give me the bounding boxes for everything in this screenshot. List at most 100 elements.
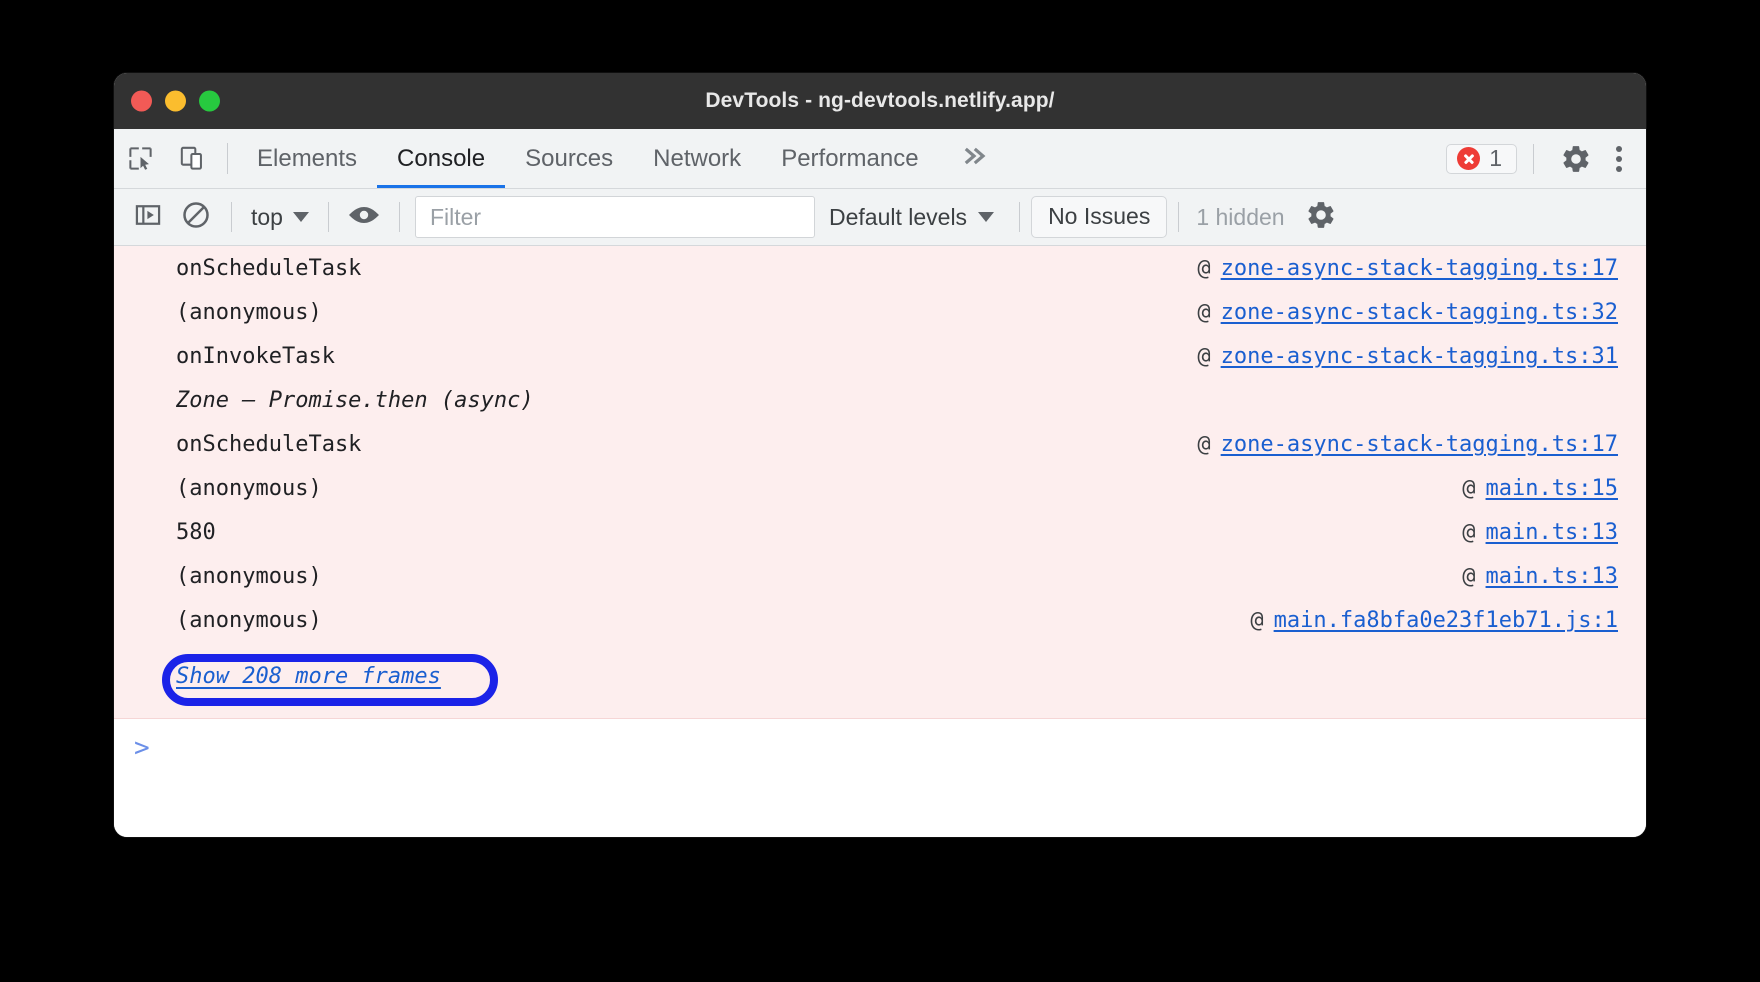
async-boundary-label: Zone — Promise.then (async) — [176, 388, 534, 413]
clear-console-icon — [181, 200, 211, 235]
console-toolbar-divider — [1178, 202, 1179, 232]
tab-label: Network — [653, 145, 741, 173]
stack-frame-row[interactable]: onScheduleTask @ zone-async-stack-taggin… — [114, 432, 1646, 476]
stack-frame-row[interactable]: onInvokeTask @ zone-async-stack-tagging.… — [114, 344, 1646, 388]
tab-label: Performance — [781, 145, 918, 173]
clear-console-button[interactable] — [172, 195, 220, 239]
at-symbol: @ — [1462, 476, 1475, 501]
eye-icon — [347, 202, 381, 233]
chevron-down-icon — [293, 212, 309, 222]
kebab-menu-icon — [1616, 166, 1622, 172]
stack-frame-location: @ main.fa8bfa0e23f1eb71.js:1 — [1250, 608, 1618, 633]
stack-frame-function: 580 — [176, 520, 216, 545]
chevron-down-icon — [978, 212, 994, 222]
log-levels-selector[interactable]: Default levels — [815, 204, 1008, 231]
source-link[interactable]: main.ts:13 — [1486, 520, 1618, 545]
stack-frame-function: onInvokeTask — [176, 344, 335, 369]
stack-frame-location: @ zone-async-stack-tagging.ts:17 — [1197, 432, 1618, 457]
console-prompt[interactable]: > — [114, 719, 1646, 777]
error-stack-trace: onScheduleTask @ zone-async-stack-taggin… — [114, 246, 1646, 719]
kebab-menu-icon — [1616, 146, 1622, 152]
at-symbol: @ — [1197, 344, 1210, 369]
execution-context-selector[interactable]: top — [243, 204, 317, 231]
stack-frame-row[interactable]: onScheduleTask @ zone-async-stack-taggin… — [114, 256, 1646, 300]
console-toolbar-divider — [231, 202, 232, 232]
stack-frame-location: @ main.ts:13 — [1462, 520, 1618, 545]
tab-sources[interactable]: Sources — [505, 129, 633, 188]
source-link[interactable]: zone-async-stack-tagging.ts:32 — [1221, 300, 1618, 325]
stack-frame-function: (anonymous) — [176, 476, 322, 501]
tab-performance[interactable]: Performance — [761, 129, 938, 188]
tab-console[interactable]: Console — [377, 129, 505, 188]
show-more-frames-row: Show 208 more frames — [114, 652, 1646, 700]
stack-frame-function: (anonymous) — [176, 608, 322, 633]
source-link[interactable]: main.ts:13 — [1486, 564, 1618, 589]
console-toolbar-divider — [399, 202, 400, 232]
hidden-messages-count: 1 hidden — [1190, 204, 1290, 231]
console-toolbar: top Filter Default levels — [114, 189, 1646, 246]
issues-button[interactable]: No Issues — [1031, 196, 1167, 237]
stack-frame-row[interactable]: (anonymous) @ main.ts:15 — [114, 476, 1646, 520]
console-filter-placeholder: Filter — [430, 204, 481, 231]
tabbar-right-controls: 1 — [1446, 129, 1646, 188]
source-link[interactable]: main.fa8bfa0e23f1eb71.js:1 — [1274, 608, 1618, 633]
device-toolbar-button[interactable] — [166, 129, 218, 188]
tab-elements[interactable]: Elements — [237, 129, 377, 188]
log-levels-label: Default levels — [829, 204, 967, 231]
inspect-element-button[interactable] — [114, 129, 166, 188]
at-symbol: @ — [1462, 520, 1475, 545]
live-expression-button[interactable] — [340, 195, 388, 239]
at-symbol: @ — [1250, 608, 1263, 633]
console-sidebar-toggle-button[interactable] — [124, 195, 172, 239]
execution-context-label: top — [251, 204, 283, 231]
source-link[interactable]: main.ts:15 — [1486, 476, 1618, 501]
devtools-window: DevTools - ng-devtools.netlify.app/ — [114, 73, 1646, 837]
prompt-arrow-icon: > — [134, 735, 150, 761]
issues-label: No Issues — [1048, 203, 1150, 229]
tab-label: Console — [397, 145, 485, 173]
devtools-settings-button[interactable] — [1550, 143, 1602, 175]
minimize-window-button[interactable] — [165, 91, 186, 112]
error-count-badge[interactable]: 1 — [1446, 144, 1517, 174]
panel-tabs: Elements Console Sources Network Perform… — [237, 129, 939, 188]
source-link[interactable]: zone-async-stack-tagging.ts:31 — [1221, 344, 1618, 369]
stack-frame-row[interactable]: (anonymous) @ main.ts:13 — [114, 564, 1646, 608]
stack-frame-location: @ main.ts:15 — [1462, 476, 1618, 501]
console-toolbar-divider — [328, 202, 329, 232]
stack-frame-function: onScheduleTask — [176, 256, 361, 281]
show-more-frames-link[interactable]: Show 208 more frames — [176, 664, 441, 689]
stack-frame-location: @ main.ts:13 — [1462, 564, 1618, 589]
at-symbol: @ — [1197, 432, 1210, 457]
tab-network[interactable]: Network — [633, 129, 761, 188]
console-message-area[interactable]: onScheduleTask @ zone-async-stack-taggin… — [114, 246, 1646, 837]
window-title: DevTools - ng-devtools.netlify.app/ — [705, 89, 1054, 113]
gear-icon — [1560, 143, 1592, 175]
stack-frame-function: (anonymous) — [176, 300, 322, 325]
console-settings-button[interactable] — [1297, 195, 1345, 239]
console-sidebar-icon — [134, 201, 162, 234]
device-toolbar-icon — [179, 145, 206, 172]
stack-frame-function: (anonymous) — [176, 564, 322, 589]
devtools-menu-button[interactable] — [1602, 146, 1636, 172]
stack-frame-row[interactable]: (anonymous) @ main.fa8bfa0e23f1eb71.js:1 — [114, 608, 1646, 652]
stack-frame-row[interactable]: (anonymous) @ zone-async-stack-tagging.t… — [114, 300, 1646, 344]
console-toolbar-divider — [1019, 202, 1020, 232]
console-filter-input[interactable]: Filter — [415, 196, 815, 238]
source-link[interactable]: zone-async-stack-tagging.ts:17 — [1221, 256, 1618, 281]
chevron-double-right-icon — [961, 144, 991, 173]
error-circle-icon — [1457, 147, 1480, 170]
zoom-window-button[interactable] — [199, 91, 220, 112]
screenshot-root: DevTools - ng-devtools.netlify.app/ — [0, 0, 1760, 982]
stack-frame-location: @ zone-async-stack-tagging.ts:32 — [1197, 300, 1618, 325]
tabbar-right-divider — [1533, 144, 1534, 174]
error-count: 1 — [1489, 147, 1502, 170]
stack-frame-row[interactable]: 580 @ main.ts:13 — [114, 520, 1646, 564]
more-tabs-button[interactable] — [939, 129, 1013, 188]
window-traffic-lights — [131, 91, 220, 112]
close-window-button[interactable] — [131, 91, 152, 112]
at-symbol: @ — [1197, 256, 1210, 281]
stack-frame-function: onScheduleTask — [176, 432, 361, 457]
source-link[interactable]: zone-async-stack-tagging.ts:17 — [1221, 432, 1618, 457]
at-symbol: @ — [1462, 564, 1475, 589]
tabbar-divider — [227, 143, 228, 174]
